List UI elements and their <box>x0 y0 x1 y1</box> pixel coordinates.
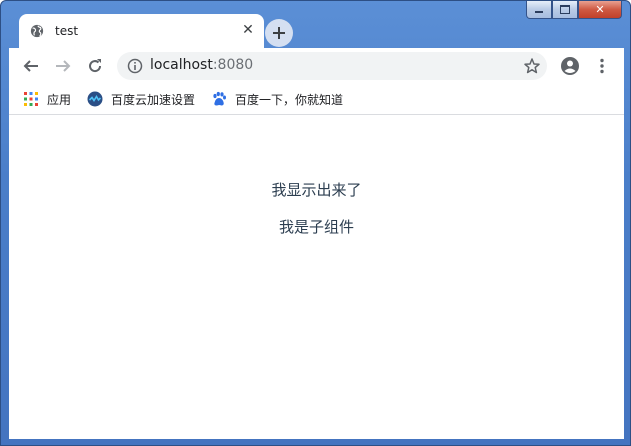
arrow-left-icon <box>23 60 38 72</box>
url-host: localhost <box>150 57 213 73</box>
tab-close-icon[interactable]: ✕ <box>240 22 256 38</box>
bookmark-label: 应用 <box>47 92 72 107</box>
bookmark-label: 百度云加速设置 <box>111 92 196 107</box>
menu-button[interactable] <box>590 54 614 78</box>
arrow-right-icon <box>56 60 71 72</box>
more-vert-icon <box>600 58 604 74</box>
info-icon[interactable] <box>127 58 143 74</box>
apps-grid-icon <box>24 92 38 106</box>
tab-title: test <box>55 24 79 38</box>
address-bar[interactable]: localhost:8080 <box>117 52 547 80</box>
bookmark-apps[interactable]: 应用 <box>23 90 71 108</box>
browser-window: ✕ test ✕ localhost:8080 应用 百度云加速设置 百度一下，… <box>0 0 631 446</box>
page-content: 我显示出来了 我是子组件 <box>9 115 624 439</box>
tab-test[interactable]: test ✕ <box>19 14 264 48</box>
baidu-cloud-icon <box>87 91 103 107</box>
minimize-icon <box>535 11 543 13</box>
url-text: localhost:8080 <box>150 57 253 73</box>
bookmark-label: 百度一下，你就知道 <box>235 92 344 107</box>
bookmark-baidu[interactable]: 百度一下，你就知道 <box>211 90 343 108</box>
reload-button[interactable] <box>83 54 107 78</box>
baidu-paw-icon <box>213 91 226 106</box>
bookmarks-bar: 应用 百度云加速设置 百度一下，你就知道 <box>9 84 624 115</box>
plus-icon <box>273 27 285 39</box>
profile-button[interactable] <box>558 54 582 78</box>
tab-strip: test ✕ <box>9 14 624 48</box>
reload-icon <box>89 59 102 73</box>
parent-message: 我显示出来了 <box>271 181 362 199</box>
url-port: :8080 <box>212 57 254 73</box>
child-component-message: 我是子组件 <box>278 218 354 236</box>
back-button[interactable] <box>19 54 43 78</box>
new-tab-button[interactable] <box>265 19 293 47</box>
forward-button[interactable] <box>51 54 75 78</box>
bookmark-baidu-cloud[interactable]: 百度云加速设置 <box>87 90 195 108</box>
maximize-icon <box>560 5 570 14</box>
globe-icon <box>30 24 44 38</box>
bookmark-star-icon[interactable] <box>523 57 541 75</box>
browser-toolbar: localhost:8080 <box>9 48 624 84</box>
account-circle-icon <box>561 57 579 75</box>
